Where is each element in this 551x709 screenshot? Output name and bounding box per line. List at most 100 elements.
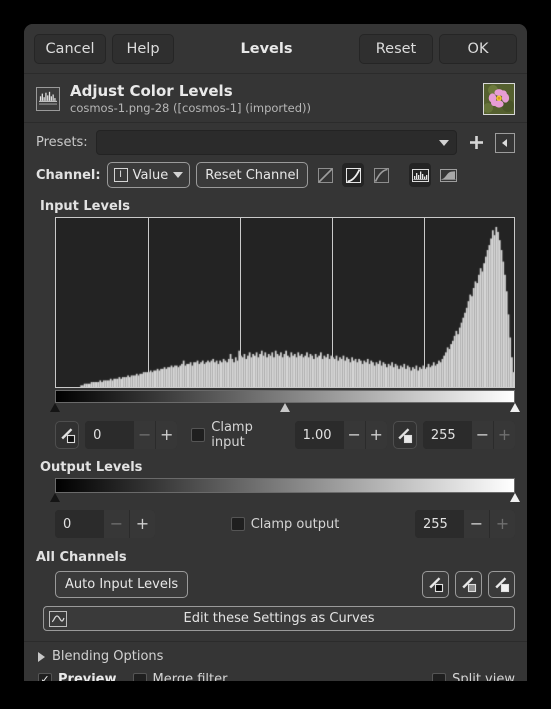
- input-gamma-increment[interactable]: +: [364, 421, 387, 449]
- input-levels-body: 0 − + Clamp input 1.00 − + 255 − +: [24, 217, 527, 450]
- input-gamma-spinner[interactable]: 1.00 − +: [294, 421, 387, 449]
- input-high-increment[interactable]: +: [492, 421, 515, 449]
- output-high-increment[interactable]: +: [489, 510, 515, 538]
- merge-filter-label: Merge filter: [152, 672, 228, 681]
- gamma-up-curve-icon[interactable]: [342, 163, 365, 187]
- clamp-output-box: [230, 517, 245, 531]
- levels-histogram-icon: [36, 87, 60, 111]
- clamp-input-checkbox[interactable]: Clamp input: [191, 420, 282, 450]
- input-high-spinner[interactable]: 255 − +: [422, 421, 515, 449]
- output-low-spinner[interactable]: 0 − +: [55, 510, 155, 538]
- output-low-marker[interactable]: [50, 493, 60, 502]
- input-high-value: 255: [422, 421, 471, 449]
- all-channels-frame-label: All Channels: [36, 550, 127, 565]
- logarithmic-histogram-icon[interactable]: [437, 163, 459, 187]
- gamma-marker[interactable]: [280, 403, 290, 412]
- channel-combobox[interactable]: I Value: [106, 162, 191, 188]
- output-levels-controls: 0 − + Clamp output 255 − +: [55, 504, 515, 538]
- help-button[interactable]: Help: [112, 33, 174, 64]
- linear-histogram-icon[interactable]: [409, 163, 432, 187]
- histogram-gridline: [148, 218, 149, 387]
- preview-checkbox[interactable]: ✓ Preview: [38, 672, 117, 681]
- channel-row: Channel: I Value Reset Channel: [24, 159, 527, 195]
- preset-menu-button[interactable]: [495, 132, 515, 153]
- check-icon: ✓: [40, 673, 50, 681]
- preview-label: Preview: [58, 672, 117, 681]
- input-high-decrement[interactable]: −: [470, 421, 493, 449]
- presets-combobox[interactable]: [95, 130, 457, 155]
- input-low-spinner[interactable]: 0 − +: [85, 421, 178, 449]
- input-gamma-value: 1.00: [294, 421, 343, 449]
- cancel-button[interactable]: Cancel: [34, 33, 106, 64]
- output-high-decrement[interactable]: −: [463, 510, 489, 538]
- output-low-value: 0: [55, 510, 103, 538]
- pick-gray-point-all-icon[interactable]: [455, 571, 482, 598]
- white-point-marker[interactable]: [510, 403, 520, 412]
- histogram-canvas: [56, 218, 514, 387]
- input-low-value: 0: [85, 421, 134, 449]
- page-title: Adjust Color Levels: [70, 82, 233, 100]
- dialog-header-bar: Cancel Help Levels Reset OK: [24, 24, 527, 74]
- edit-as-curves-button[interactable]: Edit these Settings as Curves: [43, 606, 515, 631]
- value-channel-icon: I: [113, 168, 128, 182]
- chevron-down-icon: [173, 172, 184, 178]
- output-levels-body: 0 − + Clamp output 255 − +: [24, 478, 527, 538]
- input-levels-frame-label: Input Levels: [40, 199, 130, 214]
- blending-options-expander[interactable]: Blending Options: [24, 642, 527, 664]
- levels-dialog: Cancel Help Levels Reset OK Adjust Color…: [24, 24, 527, 681]
- split-view-label: Split view: [452, 672, 515, 681]
- clamp-output-checkbox[interactable]: Clamp output: [230, 516, 340, 532]
- gamma-down-curve-icon[interactable]: [370, 163, 392, 187]
- input-levels-controls: 0 − + Clamp input 1.00 − + 255 − +: [55, 414, 515, 450]
- pick-black-point-all-icon[interactable]: [422, 571, 449, 598]
- clamp-input-box: [191, 428, 206, 442]
- reset-channel-button[interactable]: Reset Channel: [196, 162, 309, 188]
- clamp-output-label: Clamp output: [250, 516, 340, 532]
- histogram-gridline: [424, 218, 425, 387]
- filter-title-texts: Adjust Color Levels cosmos-1.png-28 ([co…: [70, 82, 473, 116]
- blending-options-label: Blending Options: [52, 649, 164, 664]
- split-view-checkbox[interactable]: Split view: [432, 672, 515, 681]
- output-level-markers: [50, 493, 520, 504]
- dialog-title: Levels: [240, 40, 293, 57]
- channel-label: Channel:: [36, 167, 101, 183]
- merge-filter-checkbox[interactable]: Merge filter: [132, 672, 228, 681]
- auto-input-levels-button[interactable]: Auto Input Levels: [55, 571, 189, 598]
- page-subtitle: cosmos-1.png-28 ([cosmos-1] (imported)): [70, 101, 311, 115]
- merge-filter-box: [132, 672, 147, 681]
- split-view-box: [432, 672, 447, 681]
- chevron-right-icon: [38, 651, 45, 662]
- histogram-gridline: [240, 218, 241, 387]
- input-low-increment[interactable]: +: [155, 421, 178, 449]
- edit-as-curves-label: Edit these Settings as Curves: [183, 611, 375, 626]
- image-thumbnail: [483, 83, 515, 115]
- output-gradient-bar[interactable]: [55, 478, 515, 493]
- linear-curve-icon[interactable]: [314, 163, 336, 187]
- input-gradient-bar[interactable]: [55, 390, 515, 403]
- output-high-value: 255: [415, 510, 463, 538]
- output-low-increment[interactable]: +: [129, 510, 155, 538]
- output-low-decrement[interactable]: −: [103, 510, 129, 538]
- curve-graph-icon: [49, 610, 67, 627]
- presets-row: Presets:: [24, 123, 527, 159]
- chevron-down-icon: [439, 139, 449, 146]
- input-gamma-decrement[interactable]: −: [342, 421, 365, 449]
- input-level-markers: [50, 403, 520, 414]
- pick-white-point-all-icon[interactable]: [488, 571, 515, 598]
- presets-label: Presets:: [36, 135, 88, 150]
- input-histogram[interactable]: [55, 217, 515, 388]
- ok-button[interactable]: OK: [439, 33, 517, 64]
- black-point-marker[interactable]: [50, 403, 60, 412]
- clamp-input-label: Clamp input: [211, 420, 253, 450]
- output-high-marker[interactable]: [510, 493, 520, 502]
- output-high-spinner[interactable]: 255 − +: [415, 510, 515, 538]
- output-levels-frame-label: Output Levels: [40, 460, 143, 475]
- channel-value: Value: [132, 167, 169, 183]
- input-low-decrement[interactable]: −: [133, 421, 156, 449]
- pick-black-point-icon[interactable]: [55, 421, 80, 449]
- reset-button[interactable]: Reset: [359, 33, 433, 64]
- add-preset-button[interactable]: [465, 131, 487, 155]
- filter-title-block: Adjust Color Levels cosmos-1.png-28 ([co…: [24, 74, 527, 123]
- preview-box: ✓: [38, 672, 52, 681]
- pick-white-point-icon[interactable]: [392, 421, 417, 449]
